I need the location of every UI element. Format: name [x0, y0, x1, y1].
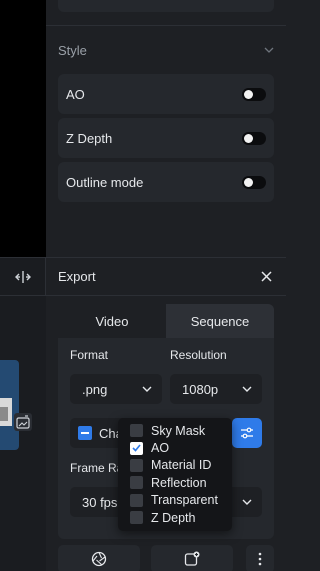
checkbox[interactable] [130, 424, 143, 438]
outline-mode-toggle[interactable] [242, 175, 266, 189]
channel-dropdown: Sky Mask AO Material ID Reflection Trans… [118, 418, 232, 531]
option-label: Sky Mask [151, 423, 206, 438]
divider [46, 25, 286, 26]
z-depth-toggle[interactable] [242, 131, 266, 145]
toggle-label: Outline mode [66, 174, 144, 190]
export-title: Export [58, 269, 96, 284]
render-thumbnail[interactable] [0, 360, 19, 450]
chevron-down-icon [242, 386, 252, 392]
channel-option-transparent[interactable]: Transparent [130, 492, 232, 509]
export-image-button[interactable] [14, 413, 32, 431]
close-button[interactable] [258, 269, 274, 285]
channels-checkbox[interactable] [78, 426, 92, 440]
checkbox[interactable] [130, 493, 143, 507]
option-label: Z Depth [151, 510, 196, 525]
viewport [0, 0, 46, 257]
channel-option-material-id[interactable]: Material ID [130, 457, 232, 474]
ao-toggle[interactable] [242, 87, 266, 101]
frame-rate-value: 30 fps [82, 494, 118, 510]
add-image-icon [184, 551, 200, 566]
channel-settings-button[interactable] [232, 418, 262, 448]
channel-option-reflection[interactable]: Reflection [130, 474, 232, 491]
chevron-down-icon [142, 386, 152, 392]
split-handle-icon [14, 270, 31, 283]
channel-option-ao[interactable]: AO [130, 439, 232, 456]
option-label: Material ID [151, 458, 212, 473]
sliders-icon [241, 427, 253, 439]
channel-option-z-depth[interactable]: Z Depth [130, 509, 232, 526]
style-section-title: Style [58, 42, 87, 58]
option-label: Transparent [151, 493, 218, 508]
checkbox[interactable] [130, 441, 143, 455]
format-select[interactable]: .png [70, 374, 162, 404]
option-label: Reflection [151, 475, 207, 490]
add-render-button[interactable] [151, 545, 233, 571]
export-header: Export [46, 258, 286, 296]
toggle-row-z-depth: Z Depth [58, 118, 274, 158]
split-handle[interactable] [0, 258, 46, 296]
format-value: .png [82, 381, 108, 397]
thumbnail-preview-detail [0, 407, 8, 421]
frame-rate-label: Frame Ra [70, 461, 124, 475]
more-vertical-icon [258, 552, 262, 566]
option-label: AO [151, 441, 170, 456]
tab-video[interactable]: Video [58, 304, 166, 338]
previous-section-card [58, 0, 274, 12]
style-section-header[interactable]: Style [58, 40, 274, 60]
checkbox[interactable] [130, 476, 143, 490]
toggle-row-ao: AO [58, 74, 274, 114]
close-icon [260, 271, 272, 282]
chevron-down-icon [264, 47, 274, 53]
format-label: Format [70, 348, 109, 362]
checkbox[interactable] [130, 458, 143, 472]
aperture-icon [91, 551, 107, 567]
resolution-value: 1080p [182, 381, 219, 397]
toggle-label: Z Depth [66, 130, 113, 146]
export-image-icon [16, 415, 30, 429]
tab-sequence[interactable]: Sequence [166, 304, 274, 338]
channel-option-sky-mask[interactable]: Sky Mask [130, 422, 232, 439]
check-icon [132, 444, 141, 452]
resolution-label: Resolution [170, 348, 227, 362]
more-options-button[interactable] [246, 545, 274, 571]
toggle-label: AO [66, 86, 85, 102]
checkbox[interactable] [130, 511, 143, 525]
resolution-select[interactable]: 1080p [170, 374, 262, 404]
left-strip [0, 257, 46, 571]
toggle-row-outline-mode: Outline mode [58, 162, 274, 202]
chevron-down-icon [242, 499, 252, 505]
export-tabs: Video Sequence [58, 304, 274, 338]
settings-panel: Style AO Z Depth Outline mode [46, 0, 286, 257]
render-button[interactable] [58, 545, 140, 571]
